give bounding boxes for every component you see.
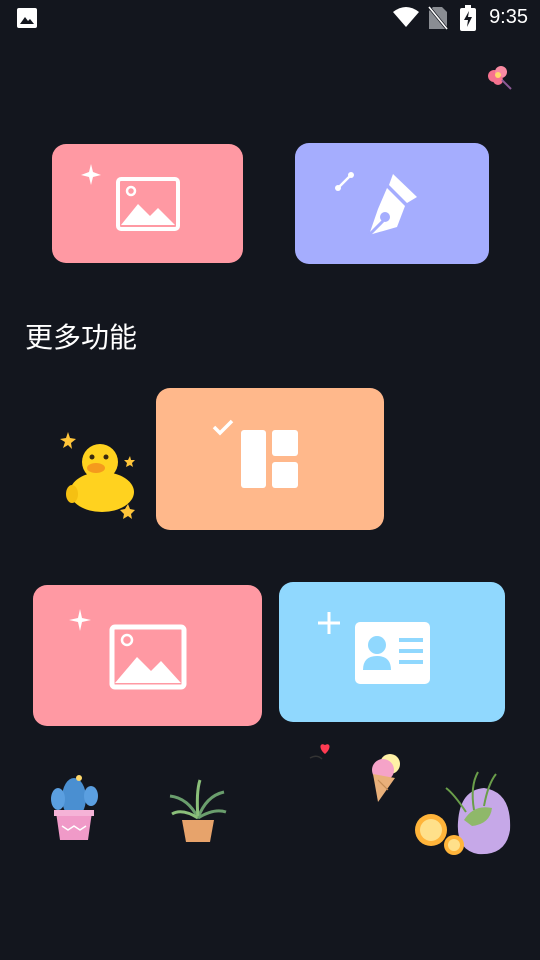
cactus-sticker	[51, 775, 98, 840]
heart-sticker	[309, 744, 330, 760]
ice-cream-sticker	[372, 754, 400, 802]
photo-edit-card[interactable]	[52, 144, 243, 263]
section-title: 更多功能	[25, 321, 138, 354]
id-photo-card[interactable]	[279, 582, 505, 722]
photo-edit-icon	[81, 164, 180, 231]
pen-draw-card[interactable]	[295, 143, 489, 264]
photo-add-icon	[69, 609, 187, 690]
duck-sticker	[60, 432, 135, 519]
clock: 9:35	[489, 6, 528, 28]
collage-card[interactable]	[156, 388, 384, 530]
photo-add-card[interactable]	[33, 585, 262, 726]
collage-layout-icon	[212, 419, 298, 488]
status-bar: 9:35	[0, 0, 540, 36]
wifi-icon	[393, 7, 419, 27]
flower-sticker-icon[interactable]	[484, 62, 514, 92]
no-sim-icon	[428, 6, 448, 30]
succulent-lemon-sticker	[415, 771, 511, 855]
id-photo-icon	[318, 612, 430, 684]
battery-charging-icon	[460, 5, 476, 31]
pen-draw-icon	[335, 172, 417, 237]
gallery-notification-icon	[17, 8, 37, 28]
plant-sticker	[169, 779, 227, 842]
